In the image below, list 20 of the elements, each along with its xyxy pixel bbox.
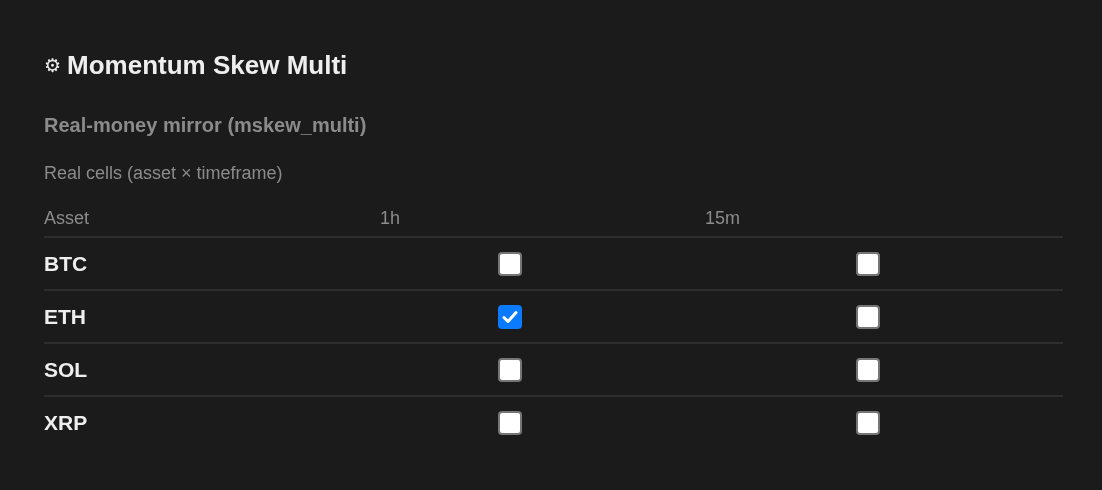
- checkbox[interactable]: [856, 251, 880, 276]
- checkbox[interactable]: [498, 357, 522, 382]
- panel-title: Momentum Skew Multi: [67, 49, 348, 81]
- column-header: 1h: [380, 207, 401, 229]
- asset-label: ETH: [44, 291, 380, 344]
- asset-label: XRP: [44, 409, 89, 436]
- subtitle: Real-money mirror (mskew_multi): [44, 114, 368, 137]
- checkbox[interactable]: [856, 304, 880, 329]
- asset-label: SOL: [44, 344, 380, 397]
- caption: Real cells (asset × timeframe): [44, 163, 284, 184]
- checkbox[interactable]: [498, 410, 522, 435]
- check-icon: [502, 309, 518, 324]
- column-header: 15m: [705, 207, 740, 229]
- column-header: Asset: [44, 207, 90, 229]
- gear-icon: ⚙: [44, 55, 62, 75]
- checkbox[interactable]: [498, 304, 522, 329]
- checkbox[interactable]: [856, 357, 880, 382]
- asset-label: BTC: [44, 238, 380, 291]
- checkbox[interactable]: [856, 410, 880, 435]
- checkbox[interactable]: [498, 251, 522, 276]
